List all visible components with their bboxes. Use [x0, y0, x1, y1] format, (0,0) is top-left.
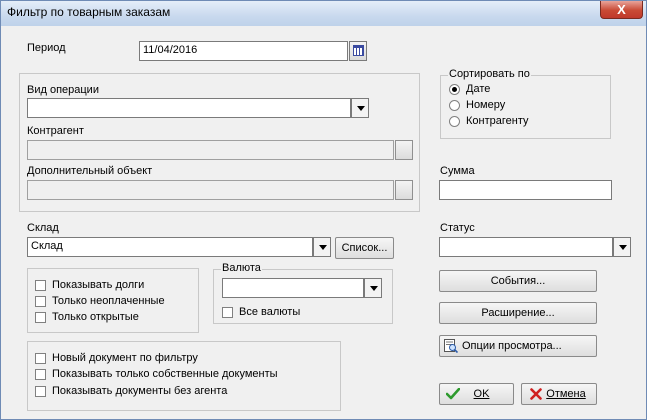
new-doc-by-filter-label: Новый документ по фильтру	[52, 352, 198, 364]
only-own-docs-checkbox[interactable]	[35, 369, 46, 380]
filter-dialog: Фильтр по товарным заказам X Период 11/0…	[0, 0, 647, 420]
ok-label: OK	[473, 388, 490, 400]
close-button[interactable]: X	[600, 1, 643, 19]
status-dropdown-arrow[interactable]	[613, 237, 631, 257]
ok-button[interactable]: OK	[439, 383, 514, 405]
operation-type-dropdown-arrow[interactable]	[351, 98, 369, 118]
events-button[interactable]: События...	[439, 270, 597, 292]
warehouse-select[interactable]: Склад	[27, 237, 313, 257]
sort-by-counterparty-label: Контрагенту	[466, 115, 529, 127]
counterparty-field[interactable]	[27, 140, 394, 160]
extension-button[interactable]: Расширение...	[439, 302, 597, 324]
calendar-button[interactable]	[349, 41, 367, 61]
cross-icon	[530, 388, 542, 400]
warehouse-dropdown-arrow[interactable]	[313, 237, 331, 257]
currency-group-title: Валюта	[221, 262, 262, 274]
currency-select[interactable]	[222, 278, 364, 298]
all-currencies-checkbox[interactable]	[222, 307, 233, 318]
new-doc-by-filter-checkbox[interactable]	[35, 353, 46, 364]
currency-dropdown-arrow[interactable]	[364, 278, 382, 298]
view-options-label: Опции просмотра...	[462, 340, 562, 352]
only-open-checkbox[interactable]	[35, 312, 46, 323]
sum-input[interactable]	[439, 180, 612, 200]
sort-by-number-radio[interactable]	[449, 100, 460, 111]
sort-group-title: Сортировать по	[448, 68, 531, 80]
extra-object-label: Дополнительный объект	[27, 165, 153, 177]
operation-type-select[interactable]	[27, 98, 351, 118]
show-debts-checkbox[interactable]	[35, 280, 46, 291]
title-bar: Фильтр по товарным заказам X	[1, 1, 646, 26]
window-title: Фильтр по товарным заказам	[7, 5, 171, 19]
period-label: Период	[27, 42, 66, 54]
sort-by-number-label: Номеру	[466, 99, 506, 111]
warehouse-label: Склад	[27, 222, 59, 234]
all-currencies-label: Все валюты	[239, 306, 301, 318]
cancel-button[interactable]: Отмена	[521, 383, 597, 405]
warehouse-list-button[interactable]: Список...	[335, 237, 394, 259]
period-date-input[interactable]: 11/04/2016	[139, 41, 348, 61]
only-unpaid-checkbox[interactable]	[35, 296, 46, 307]
docs-without-agent-checkbox[interactable]	[35, 386, 46, 397]
only-own-docs-label: Показывать только собственные документы	[52, 368, 278, 380]
only-open-label: Только открытые	[52, 311, 139, 323]
checkmark-icon	[446, 388, 460, 400]
calendar-icon	[353, 45, 364, 56]
sort-by-date-label: Дате	[466, 83, 491, 95]
dialog-body: Период 11/04/2016 Вид операции Контраген…	[8, 26, 639, 416]
sum-label: Сумма	[440, 165, 475, 177]
status-label: Статус	[440, 222, 475, 234]
only-unpaid-label: Только неоплаченные	[52, 295, 165, 307]
status-select[interactable]	[439, 237, 613, 257]
counterparty-select-button[interactable]	[395, 140, 413, 160]
sort-by-date-radio[interactable]	[449, 84, 460, 95]
view-options-button[interactable]: Опции просмотра...	[439, 335, 597, 357]
show-debts-label: Показывать долги	[52, 279, 145, 291]
view-options-icon	[444, 339, 458, 353]
sort-by-counterparty-radio[interactable]	[449, 116, 460, 127]
extra-object-field[interactable]	[27, 180, 394, 200]
operation-type-label: Вид операции	[27, 84, 99, 96]
counterparty-label: Контрагент	[27, 125, 84, 137]
extra-object-select-button[interactable]	[395, 180, 413, 200]
docs-without-agent-label: Показывать документы без агента	[52, 385, 228, 397]
